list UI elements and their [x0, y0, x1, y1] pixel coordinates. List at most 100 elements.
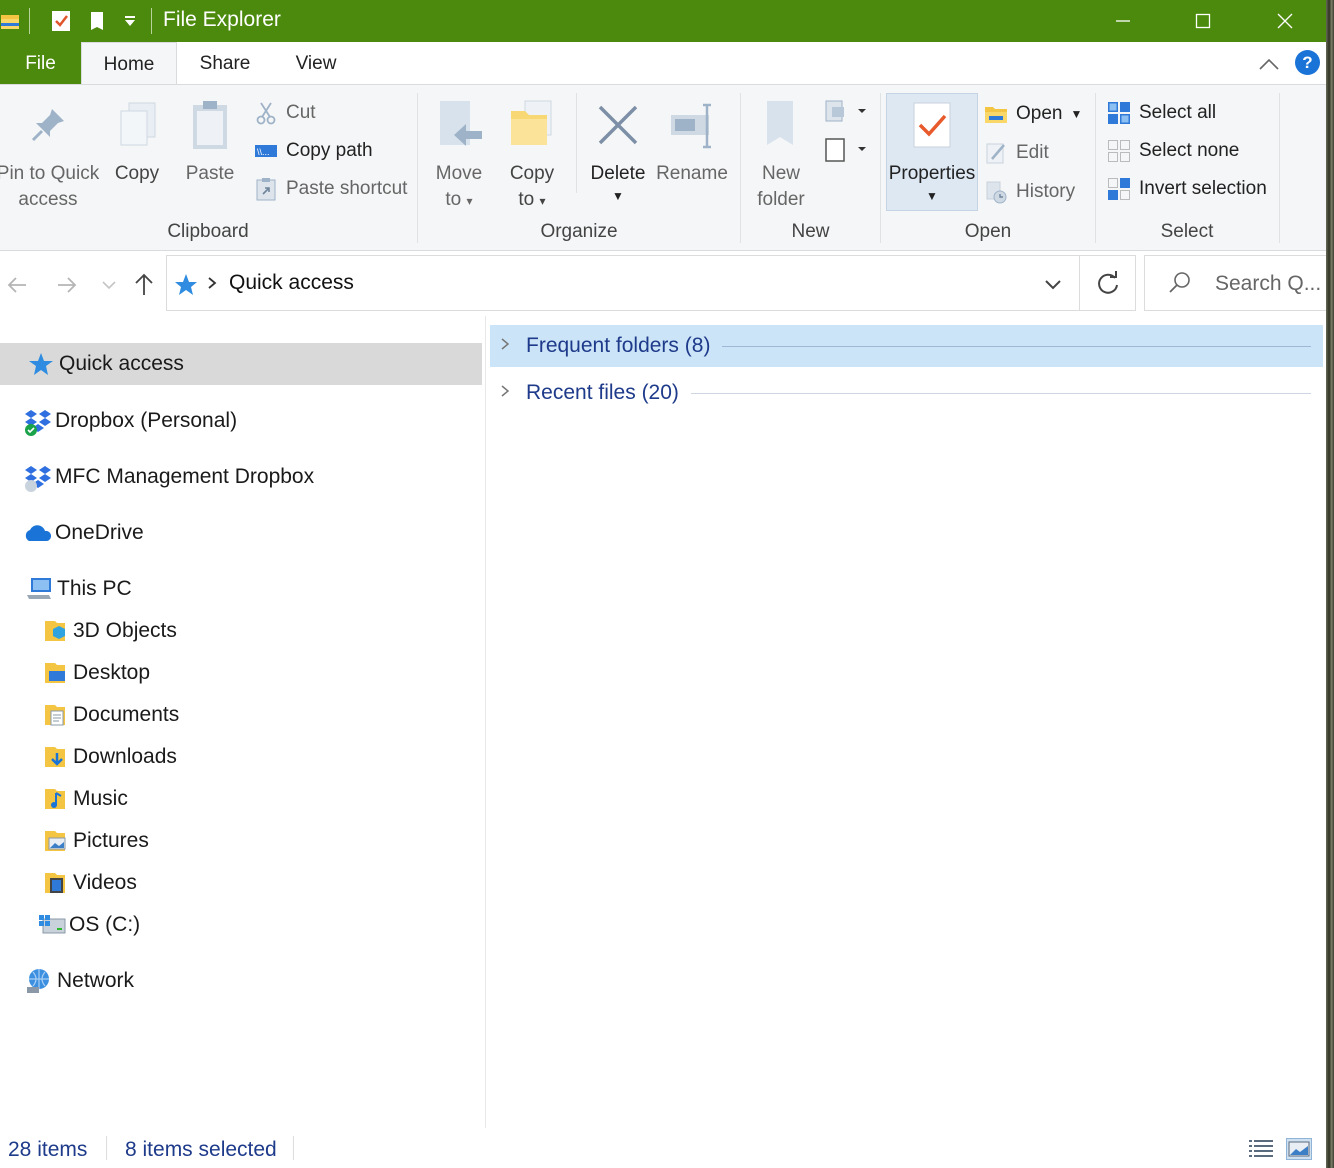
select-all-button[interactable]: Select all	[1107, 96, 1216, 130]
group-separator	[1279, 93, 1280, 243]
nav-item-os-c[interactable]: OS (C:)	[0, 904, 140, 946]
chevron-down-icon	[102, 281, 116, 290]
nav-item-music[interactable]: Music	[0, 778, 128, 820]
search-placeholder: Search Q...	[1215, 272, 1322, 295]
refresh-icon	[1098, 271, 1118, 294]
history-button[interactable]: History	[984, 175, 1075, 209]
move-to-button[interactable]: Move to ▾	[428, 85, 490, 215]
new-item-button[interactable]	[822, 97, 868, 127]
scissors-icon	[254, 101, 278, 125]
tab-share[interactable]: Share	[184, 42, 266, 85]
nav-item-documents[interactable]: Documents	[0, 694, 179, 736]
group-frequent-folders[interactable]: Frequent folders (8)	[490, 325, 1323, 367]
nav-item-3d-objects[interactable]: 3D Objects	[0, 610, 177, 652]
nav-item-downloads[interactable]: Downloads	[0, 736, 177, 778]
copy-button[interactable]: Copy	[108, 85, 166, 215]
new-folder-button[interactable]: New folder	[750, 85, 812, 215]
paste-shortcut-button[interactable]: Paste shortcut	[254, 172, 407, 206]
pin-to-quick-access-button[interactable]: Pin to Quick access	[0, 85, 106, 215]
properties-button[interactable]: Properties ▼	[886, 85, 978, 215]
downloads-folder-icon	[41, 743, 69, 771]
collapse-ribbon-icon[interactable]	[1258, 54, 1280, 74]
copy-path-button[interactable]: \\... Copy path	[254, 134, 373, 168]
folder-icon[interactable]	[0, 0, 22, 42]
network-icon	[25, 967, 53, 995]
nav-item-onedrive[interactable]: OneDrive	[0, 512, 144, 554]
navigation-pane: Quick access Dropbox (Personal) MFC Mana…	[0, 316, 486, 1128]
delete-button[interactable]: Delete ▼	[588, 85, 648, 215]
nav-item-network[interactable]: Network	[0, 960, 134, 1002]
3d-objects-folder-icon	[41, 617, 69, 645]
nav-item-dropbox-personal[interactable]: Dropbox (Personal)	[0, 400, 237, 442]
forward-arrow-icon	[58, 277, 77, 293]
new-folder-icon	[761, 99, 801, 159]
nav-item-mfc-dropbox[interactable]: MFC Management Dropbox	[0, 456, 314, 498]
status-separator	[106, 1136, 107, 1160]
select-none-icon	[1107, 139, 1131, 163]
group-divider	[690, 392, 1311, 394]
select-none-button[interactable]: Select none	[1107, 134, 1239, 168]
open-button[interactable]: Open ▼	[984, 97, 1082, 131]
breadcrumb-chevron-icon	[205, 273, 219, 293]
dropbox-icon	[23, 407, 51, 436]
close-button[interactable]	[1245, 0, 1325, 42]
copy-icon	[115, 99, 159, 157]
nav-item-videos[interactable]: Videos	[0, 862, 137, 904]
chevron-right-icon	[490, 336, 520, 357]
back-button[interactable]	[2, 270, 32, 300]
maximize-button[interactable]	[1163, 0, 1243, 42]
nav-item-pictures[interactable]: Pictures	[0, 820, 149, 862]
nav-item-quick-access[interactable]: Quick access	[0, 343, 482, 385]
window-title: File Explorer	[163, 8, 281, 31]
large-icons-view-icon[interactable]	[1286, 1138, 1312, 1160]
qat-dropdown-icon[interactable]	[118, 0, 142, 42]
computer-icon	[25, 575, 53, 603]
history-icon	[984, 180, 1008, 204]
copy-to-button[interactable]: Copy to ▾	[502, 85, 562, 215]
breadcrumb-location[interactable]: Quick access	[229, 271, 354, 295]
paste-shortcut-icon	[254, 177, 278, 201]
tab-file[interactable]: File	[0, 42, 81, 85]
open-group-label: Open	[964, 221, 1012, 242]
properties-qat-icon[interactable]	[46, 0, 76, 42]
rename-button[interactable]: Rename	[656, 85, 728, 215]
clipboard-icon	[190, 99, 230, 159]
quick-access-star-icon	[173, 272, 199, 298]
invert-selection-icon	[1107, 177, 1131, 201]
search-box[interactable]: Search Q...	[1144, 255, 1326, 311]
address-dropdown-icon[interactable]	[1039, 270, 1067, 298]
nav-item-this-pc[interactable]: This PC	[0, 568, 132, 610]
address-bar[interactable]: Quick access	[166, 255, 1136, 311]
rename-icon	[667, 101, 717, 159]
paste-button[interactable]: Paste	[180, 85, 240, 215]
minimize-button[interactable]	[1083, 0, 1163, 42]
item-count: 28 items	[8, 1138, 88, 1161]
easy-access-button[interactable]	[822, 135, 868, 165]
up-button[interactable]	[129, 270, 159, 300]
invert-selection-button[interactable]: Invert selection	[1107, 172, 1267, 206]
tab-view[interactable]: View	[280, 42, 352, 85]
file-explorer-window: File Explorer File Home Share View ? Pin…	[0, 0, 1326, 1168]
group-recent-files[interactable]: Recent files (20)	[490, 372, 1323, 414]
ribbon: Pin to Quick access Copy Paste Cut \\...…	[0, 84, 1326, 251]
forward-button[interactable]	[52, 270, 82, 300]
details-view-icon[interactable]	[1248, 1138, 1274, 1160]
documents-folder-icon	[41, 701, 69, 729]
group-divider	[722, 345, 1311, 347]
recent-locations-button[interactable]	[94, 270, 124, 300]
pictures-folder-icon	[41, 827, 69, 855]
clipboard-group-label: Clipboard	[167, 221, 249, 242]
cut-button[interactable]: Cut	[254, 96, 316, 130]
select-all-icon	[1107, 101, 1131, 125]
new-folder-qat-icon[interactable]	[84, 0, 112, 42]
tab-home[interactable]: Home	[81, 42, 177, 85]
help-button[interactable]: ?	[1295, 50, 1320, 75]
status-bar: 28 items 8 items selected	[0, 1128, 1326, 1168]
nav-item-desktop[interactable]: Desktop	[0, 652, 150, 694]
qat-separator	[29, 8, 30, 34]
refresh-button[interactable]	[1093, 269, 1123, 299]
dropdown-arrow-icon: ▼	[926, 189, 938, 203]
edit-button[interactable]: Edit	[984, 136, 1049, 170]
title-separator	[151, 8, 152, 34]
properties-check-icon	[912, 101, 952, 157]
